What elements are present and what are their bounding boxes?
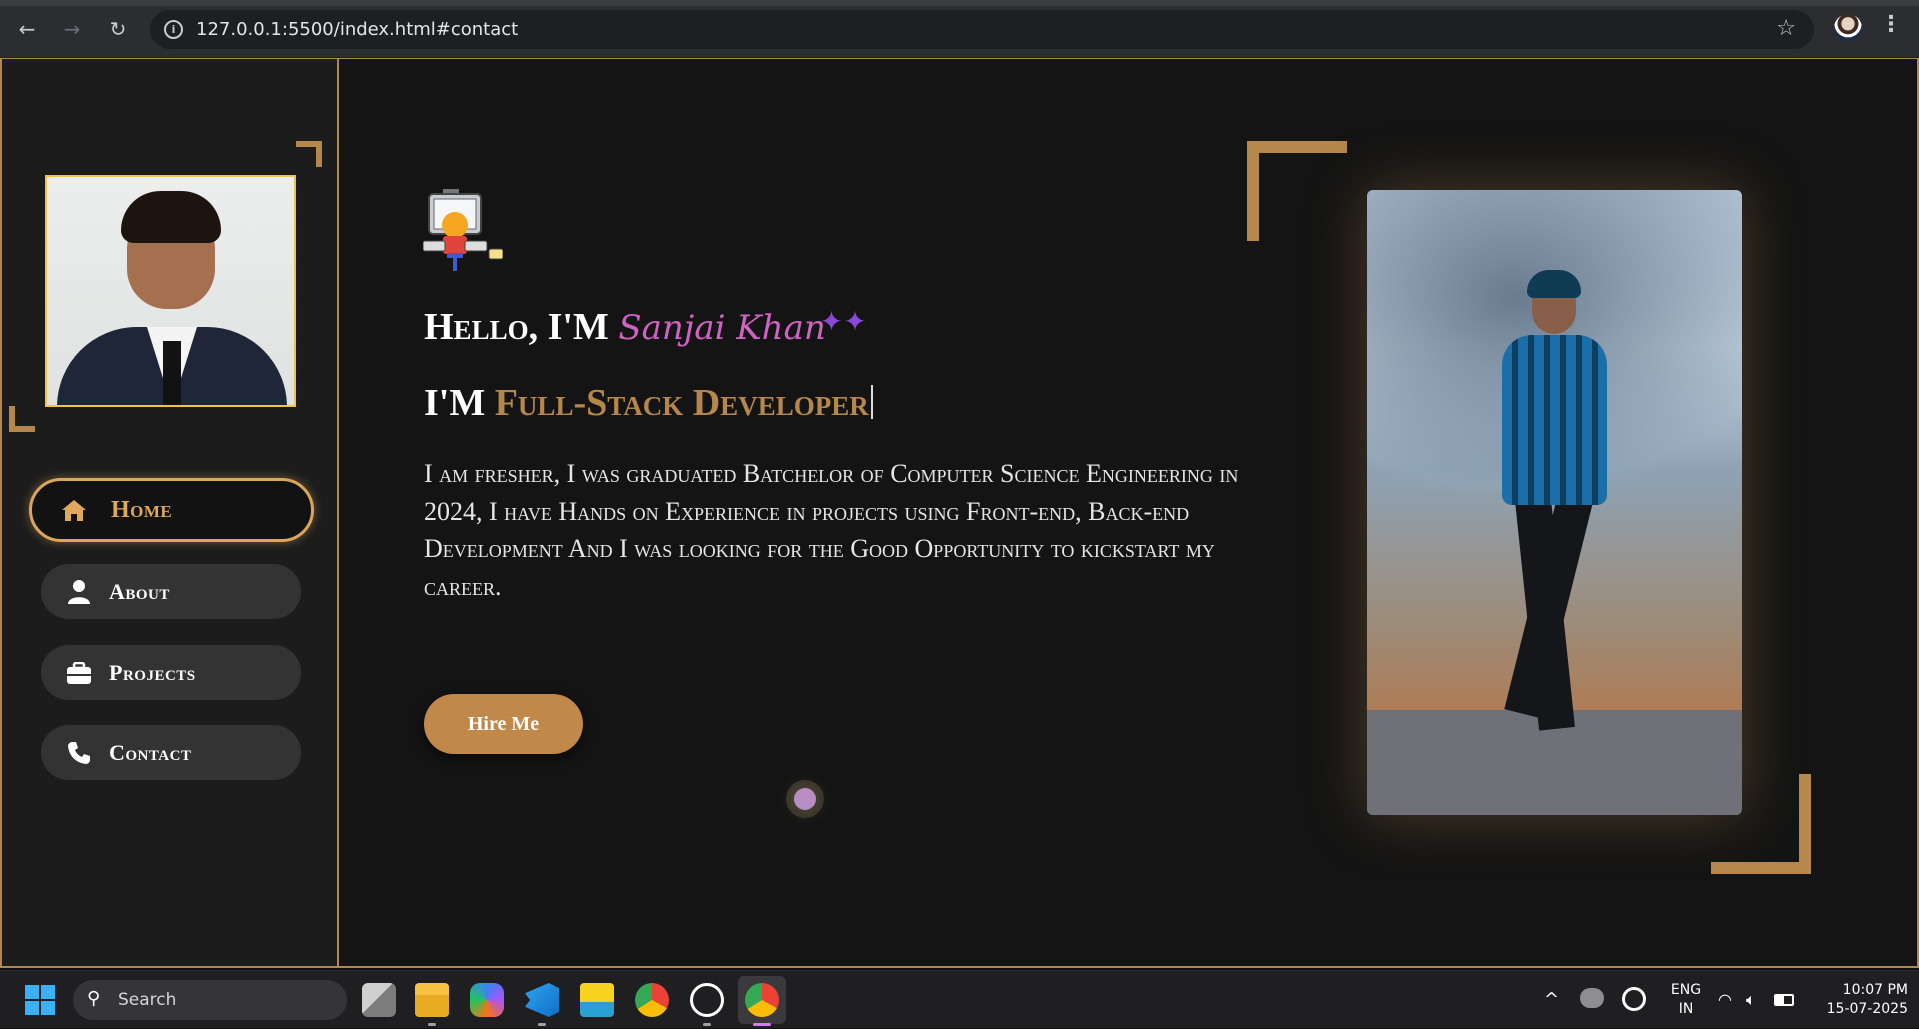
sidebar-item-label: Contact [109, 739, 192, 765]
browser-top-strip [0, 0, 1919, 6]
sidebar-item-home[interactable]: Home [29, 478, 314, 542]
tray-chevron-icon[interactable]: ^ [1544, 971, 1559, 1029]
reload-button[interactable]: ↻ [103, 14, 133, 44]
home-icon [60, 481, 88, 539]
task-view-icon[interactable] [362, 983, 396, 1017]
wifi-icon[interactable]: ◠ [1718, 971, 1732, 1029]
sidebar-item-projects[interactable]: Projects [41, 645, 301, 700]
hero-frame-corner-top-left [1247, 141, 1347, 241]
back-button[interactable]: ← [12, 14, 42, 44]
sparkle-icon: ✦✦ [819, 305, 867, 338]
language-code: ENG [1670, 982, 1702, 998]
battery-icon[interactable] [1774, 994, 1794, 1006]
role-title: Full-Stack Developer [494, 382, 869, 424]
app-icon[interactable] [580, 983, 614, 1017]
clock-time: 10:07 PM [1842, 982, 1908, 998]
role-heading: I'M Full-Stack Developer [424, 381, 873, 425]
taskbar-clock[interactable]: 10:07 PM 15-07-2025 [1812, 981, 1908, 1019]
portfolio-page: Home About Projects Contact Hello, I'M S… [0, 58, 1919, 968]
address-bar[interactable]: i 127.0.0.1:5500/index.html#contact ☆ [150, 10, 1814, 49]
sidebar-item-label: About [109, 578, 170, 604]
profile-photo [45, 175, 296, 407]
developer-at-computer-icon [423, 189, 503, 271]
forward-button[interactable]: → [57, 14, 87, 44]
developer-name: Sanjai Khan [618, 308, 826, 348]
main-content: Hello, I'M Sanjai Khan✦✦ I'M Full-Stack … [341, 59, 1919, 966]
windows-start-icon[interactable] [25, 985, 55, 1015]
search-icon: ⚲ [87, 988, 101, 1009]
photo-corner-top-right [296, 141, 322, 167]
bookmark-star-icon[interactable]: ☆ [1776, 16, 1796, 41]
clock-date: 15-07-2025 [1826, 1001, 1908, 1017]
typing-caret [870, 385, 873, 419]
briefcase-icon [65, 645, 93, 700]
chrome-profile-icon[interactable] [738, 976, 786, 1024]
phone-icon [65, 725, 93, 780]
region-code: IN [1678, 1001, 1694, 1017]
onedrive-icon[interactable] [1580, 988, 1604, 1008]
browser-toolbar: ← → ↻ i 127.0.0.1:5500/index.html#contac… [0, 0, 1919, 58]
hero-frame-corner-bottom-right [1711, 774, 1811, 874]
hero-photo [1367, 190, 1742, 815]
chatgpt-icon[interactable] [690, 983, 724, 1017]
hello-heading: Hello, I'M Sanjai Khan✦✦ [424, 305, 867, 349]
sidebar-item-label: Home [111, 496, 173, 523]
sidebar-item-label: Projects [109, 659, 196, 685]
hello-prefix: Hello, I'M [424, 306, 619, 348]
photo-corner-bottom-left [9, 406, 35, 432]
hire-me-button[interactable]: Hire Me [424, 694, 583, 754]
chrome-icon[interactable] [635, 983, 669, 1017]
volume-icon[interactable]: 🔈︎ [1746, 971, 1756, 1029]
vscode-icon[interactable] [525, 983, 559, 1017]
browser-menu-icon[interactable]: ⋮ [1880, 12, 1902, 37]
sync-icon[interactable] [1622, 987, 1646, 1011]
taskbar-search-label: Search [118, 990, 177, 1010]
copilot-icon[interactable] [470, 983, 504, 1017]
site-info-icon[interactable]: i [164, 20, 183, 39]
file-explorer-running-indicator [428, 1023, 436, 1026]
vscode-running-indicator [538, 1023, 546, 1026]
bio-paragraph: I am fresher, I was graduated Batchelor … [424, 459, 1239, 601]
role-prefix: I'M [424, 382, 495, 424]
url-text[interactable]: 127.0.0.1:5500/index.html#contact [196, 10, 518, 49]
language-indicator[interactable]: ENG IN [1665, 981, 1707, 1019]
sidebar: Home About Projects Contact [2, 59, 339, 966]
taskbar-search[interactable]: ⚲ Search [73, 980, 347, 1020]
sidebar-item-contact[interactable]: Contact [41, 725, 301, 780]
chrome-active-indicator [753, 1023, 771, 1026]
user-icon [65, 564, 93, 619]
chatgpt-running-indicator [703, 1023, 711, 1026]
custom-cursor-dot [794, 788, 816, 810]
sidebar-item-about[interactable]: About [41, 564, 301, 619]
windows-taskbar: ⚲ Search ^ ENG IN ◠ 🔈︎ 10:07 PM 15-07-20… [0, 970, 1919, 1028]
file-explorer-icon[interactable] [415, 983, 449, 1017]
browser-profile-avatar[interactable] [1834, 14, 1862, 42]
